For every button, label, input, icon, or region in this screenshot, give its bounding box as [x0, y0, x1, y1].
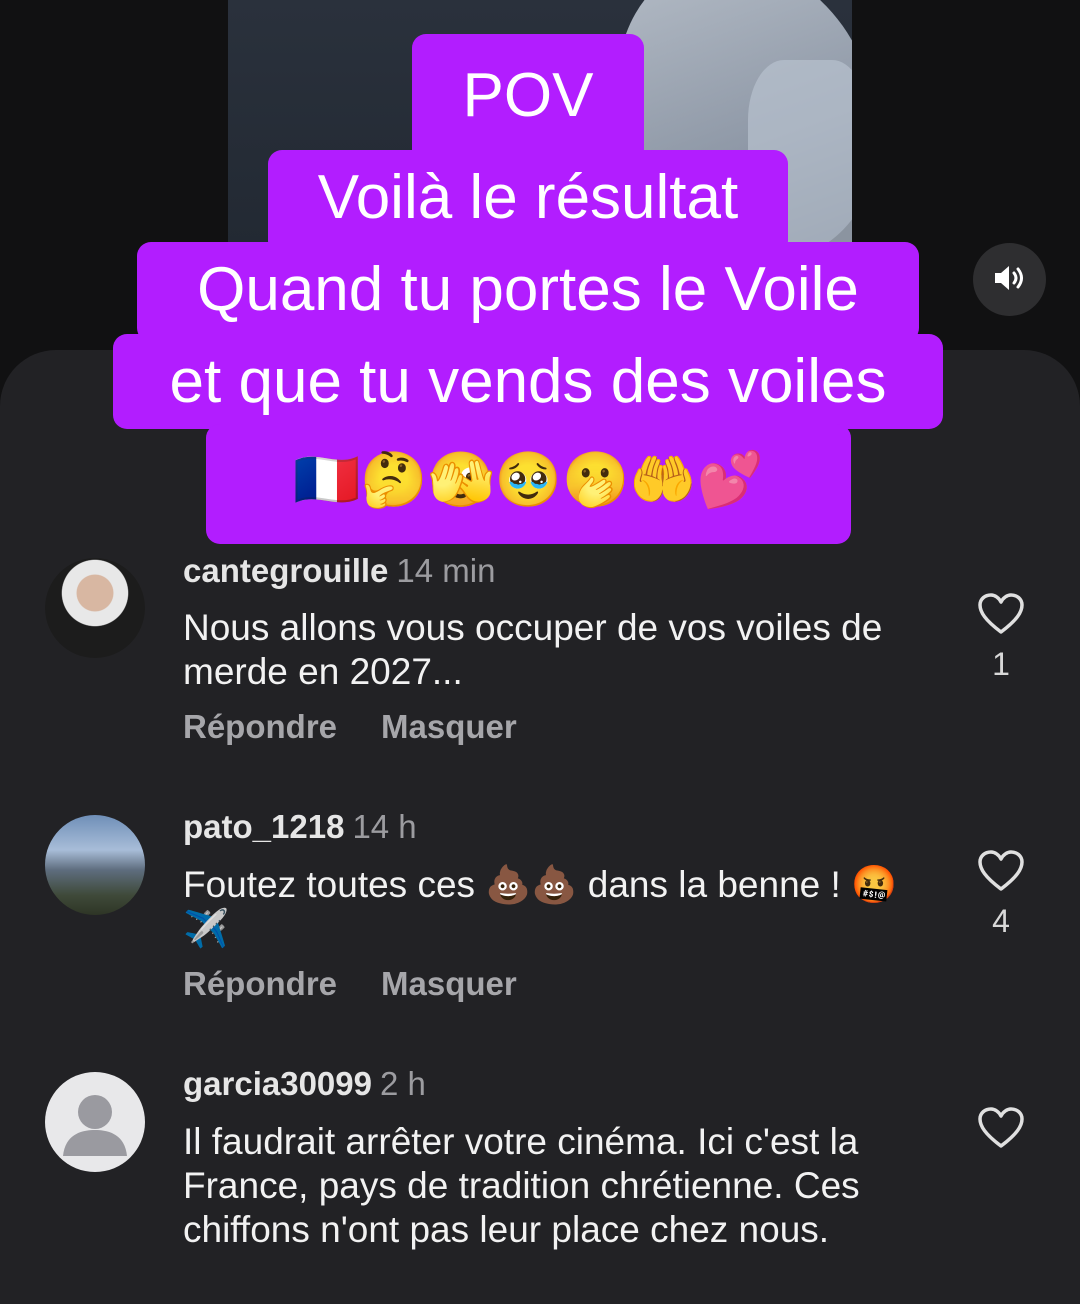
like-button[interactable]: 1 — [972, 592, 1030, 683]
avatar[interactable] — [45, 558, 145, 658]
comment-text: Foutez toutes ces 💩💩 dans la benne ! 🤬✈️ — [183, 864, 898, 949]
comment-username[interactable]: cantegrouille — [183, 552, 388, 589]
heart-icon — [977, 850, 1025, 897]
like-count: 1 — [992, 646, 1010, 682]
comment-timestamp: 14 min — [396, 552, 496, 589]
comment-actions: Répondre Masquer — [183, 965, 517, 1003]
volume-button[interactable] — [973, 243, 1046, 316]
heart-icon — [977, 593, 1025, 640]
speaker-volume-icon — [993, 263, 1027, 297]
comment-timestamp: 14 h — [352, 808, 417, 845]
like-button[interactable]: 4 — [972, 849, 1030, 940]
comment-username[interactable]: pato_1218 — [183, 808, 344, 845]
video-frame — [228, 0, 852, 380]
reply-button[interactable]: Répondre — [183, 965, 337, 1003]
default-avatar-icon — [63, 1095, 127, 1156]
avatar[interactable] — [45, 1072, 145, 1172]
comment-header: garcia30099 2 h — [183, 1065, 426, 1103]
hide-button[interactable]: Masquer — [381, 965, 517, 1003]
comment-username[interactable]: garcia30099 — [183, 1065, 372, 1102]
heart-icon — [977, 1107, 1025, 1154]
screen: POV Voilà le résultat Quand tu portes le… — [0, 0, 1080, 1304]
comment-header: cantegrouille 14 min — [183, 552, 495, 590]
reply-button[interactable]: Répondre — [183, 708, 337, 746]
comment-text: Nous allons vous occuper de vos voiles d… — [183, 607, 883, 692]
like-button[interactable] — [972, 1106, 1030, 1154]
hide-button[interactable]: Masquer — [381, 708, 517, 746]
comment-header: pato_1218 14 h — [183, 808, 417, 846]
comment-actions: Répondre Masquer — [183, 708, 517, 746]
like-count: 4 — [992, 903, 1010, 939]
comment-timestamp: 2 h — [380, 1065, 426, 1102]
comment-text: Il faudrait arrêter votre cinéma. Ici c'… — [183, 1121, 860, 1250]
avatar[interactable] — [45, 815, 145, 915]
video-figure-detail — [748, 60, 852, 260]
